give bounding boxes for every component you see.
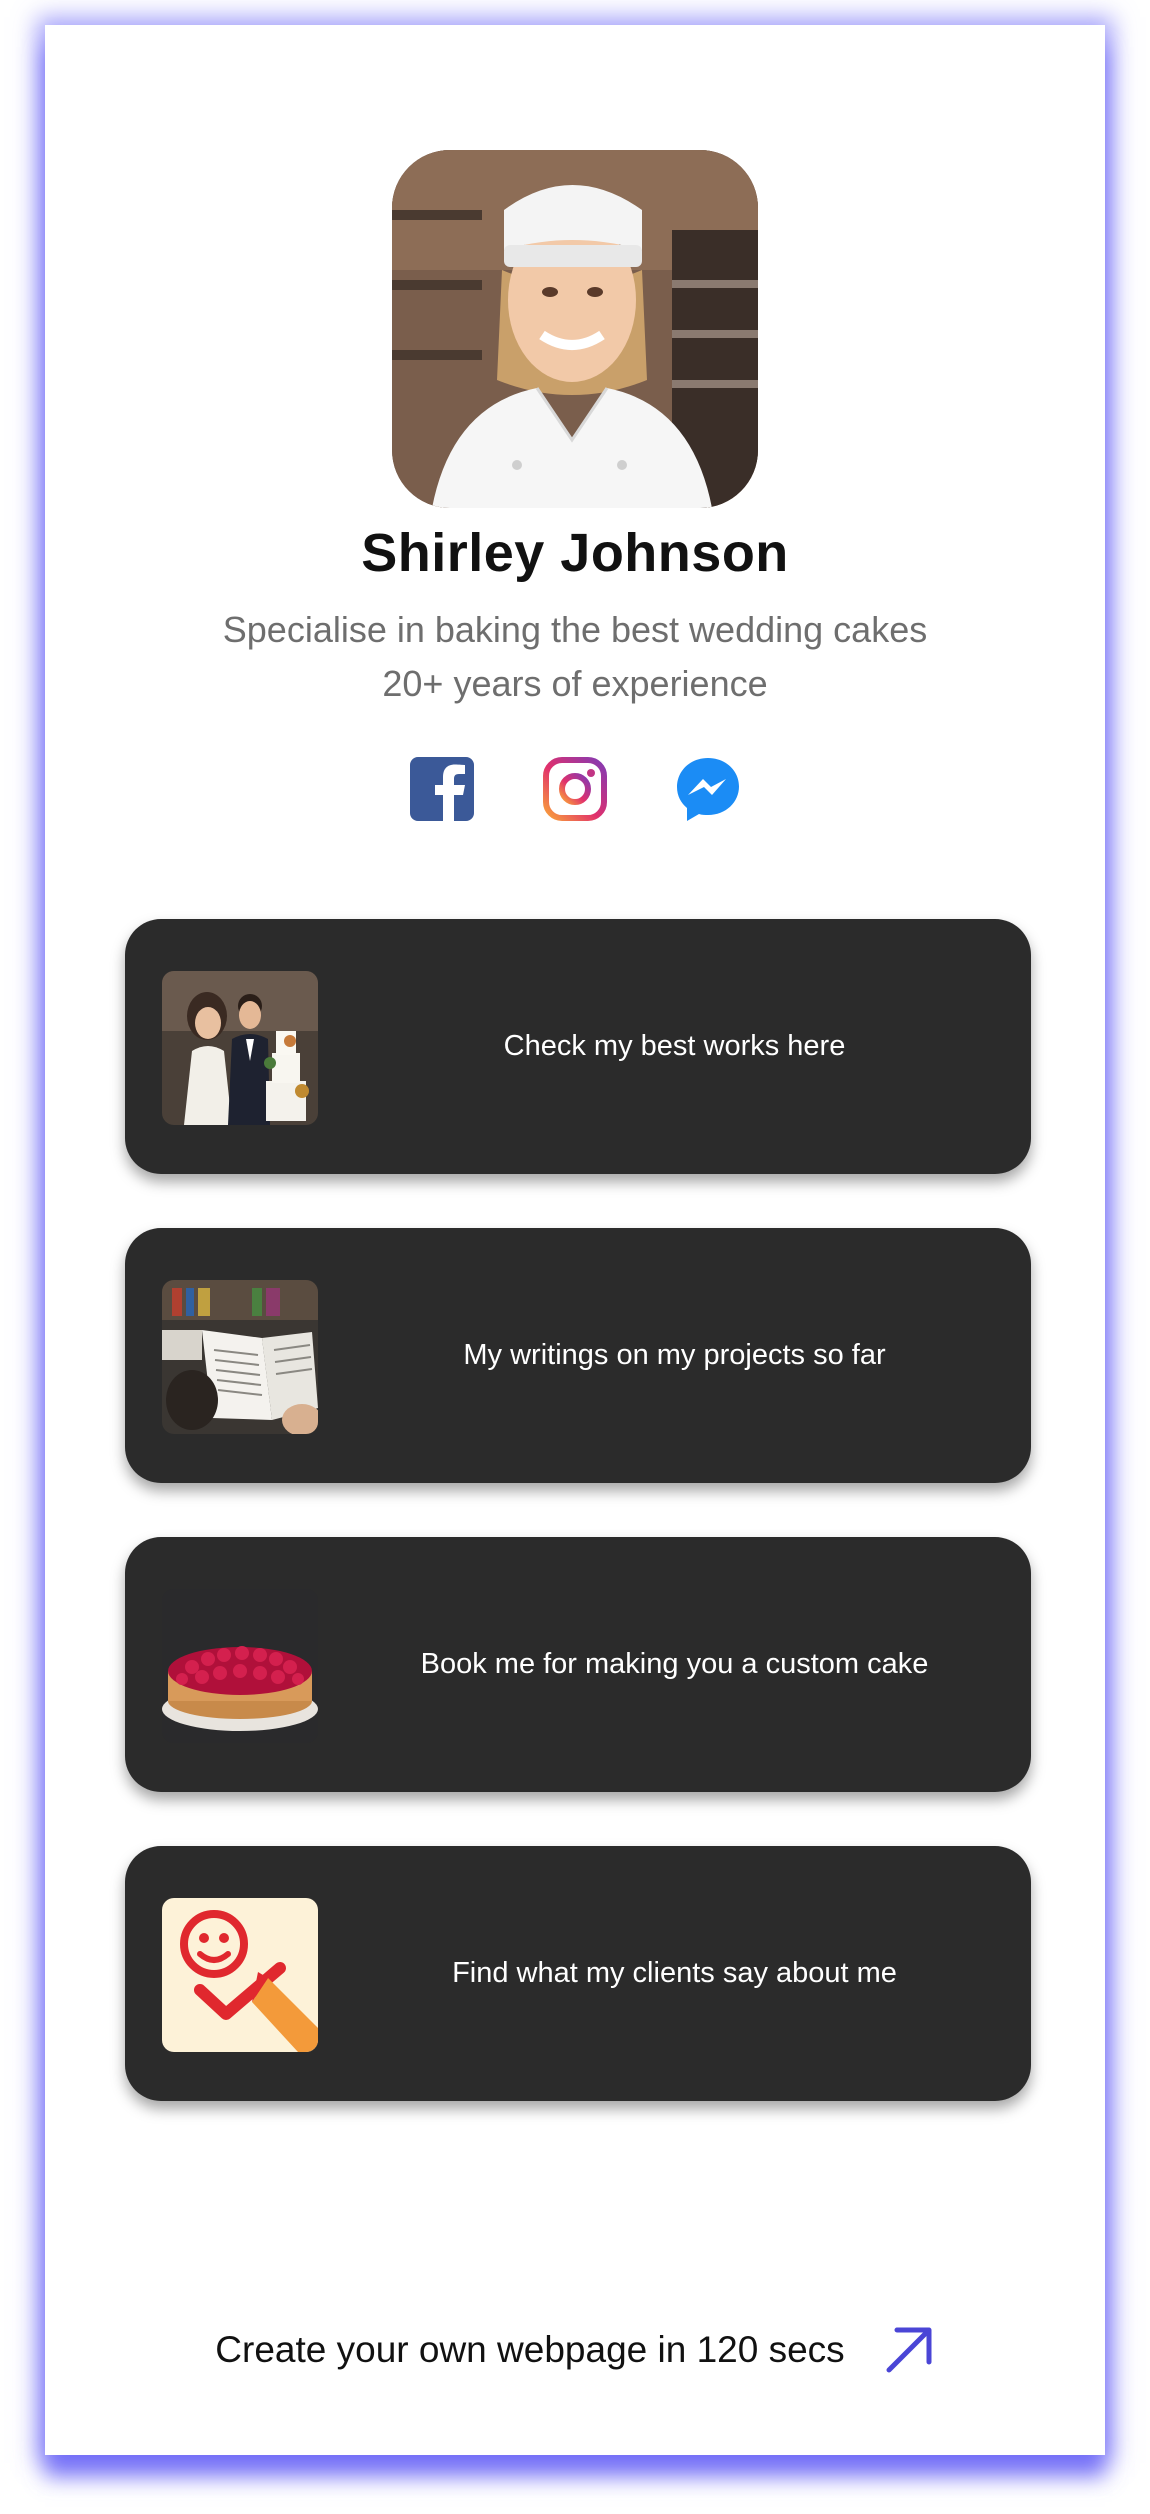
link-button-best-works[interactable]: Check my best works here [125,919,1031,1174]
link-label: My writings on my projects so far [463,1339,886,1371]
link-button-writings[interactable]: My writings on my projects so far [125,1228,1031,1483]
link-label: Find what my clients say about me [452,1957,897,1989]
create-webpage-text: Create your own webpage in 120 secs [215,2329,845,2370]
profile-bio: Specialise in baking the best wedding ca… [45,603,1105,711]
arrow-up-right-icon [886,2327,932,2373]
instagram-icon[interactable] [541,755,609,823]
link-button-custom-cake[interactable]: Book me for making you a custom cake [125,1537,1031,1792]
profile-name: Shirley Johnson [361,523,789,583]
reading-book-thumbnail [162,1280,318,1434]
smiley-review-thumbnail [162,1898,318,2052]
facebook-icon[interactable] [408,755,476,823]
link-button-client-reviews[interactable]: Find what my clients say about me [125,1846,1031,2101]
bio-line-experience: 20+ years of experience [382,663,768,704]
wedding-couple-cake-thumbnail [162,971,318,1125]
link-label: Book me for making you a custom cake [420,1648,929,1680]
social-links [45,755,1105,825]
bio-line-specialty: Specialise in baking the best wedding ca… [222,609,928,650]
profile-photo [392,150,758,508]
link-label: Check my best works here [503,1030,846,1062]
raspberry-cake-thumbnail [162,1589,318,1743]
messenger-icon[interactable] [674,755,742,823]
create-webpage-link[interactable]: Create your own webpage in 120 secs [45,2315,1105,2385]
profile-card: Shirley Johnson Specialise in baking the… [45,25,1105,2455]
